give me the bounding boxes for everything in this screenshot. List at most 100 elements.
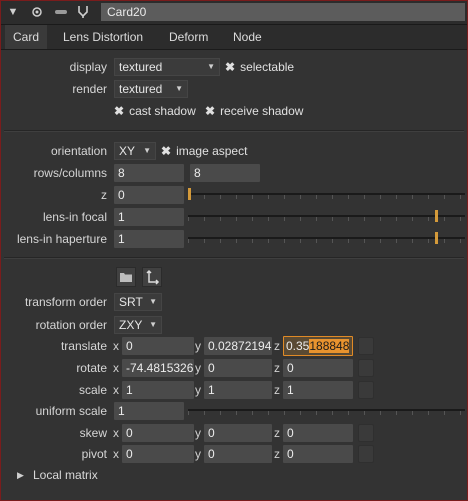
z-axis-label: z bbox=[274, 361, 280, 375]
render-dropdown[interactable]: textured ▼ bbox=[114, 80, 188, 98]
panel-titlebar: ▼ Card20 bbox=[1, 1, 467, 25]
display-value: textured bbox=[119, 60, 163, 74]
scale-animation-button[interactable] bbox=[358, 381, 374, 399]
lens-in-focal-field[interactable]: 1 bbox=[114, 208, 184, 226]
folder-icon bbox=[120, 273, 132, 282]
z-slider[interactable] bbox=[188, 186, 465, 204]
selectable-label: selectable bbox=[240, 60, 295, 74]
tab-card[interactable]: Card bbox=[5, 25, 47, 49]
rows-columns-label: rows/columns bbox=[33, 166, 107, 180]
rotate-z-field[interactable]: 0 bbox=[283, 359, 353, 377]
orientation-value: XY bbox=[119, 144, 136, 158]
chevron-down-icon: ▼ bbox=[149, 297, 157, 306]
z-axis-label: z bbox=[274, 383, 280, 397]
skew-animation-button[interactable] bbox=[358, 424, 374, 442]
slider-handle[interactable] bbox=[435, 232, 438, 244]
rotate-x-field[interactable]: -74.4815326 bbox=[122, 359, 194, 377]
section-divider bbox=[4, 130, 464, 132]
y-axis-label: y bbox=[195, 447, 201, 461]
tab-deform[interactable]: Deform bbox=[169, 25, 208, 49]
translate-z-value: 0.35 bbox=[286, 339, 310, 353]
scale-x-field[interactable]: 1 bbox=[122, 381, 194, 399]
pivot-x-field[interactable]: 0 bbox=[122, 445, 194, 463]
z-field[interactable]: 0 bbox=[114, 186, 184, 204]
section-divider bbox=[4, 257, 464, 259]
skew-x-field[interactable]: 0 bbox=[122, 424, 194, 442]
rotate-y-field[interactable]: 0 bbox=[204, 359, 272, 377]
receive-shadow-checkbox[interactable]: ✖ receive shadow bbox=[205, 102, 303, 120]
visibility-dot-icon[interactable] bbox=[29, 4, 45, 20]
skew-label: skew bbox=[79, 426, 107, 440]
lens-in-haperture-field[interactable]: 1 bbox=[114, 230, 184, 248]
pivot-z-field[interactable]: 0 bbox=[283, 445, 353, 463]
properties-icon[interactable] bbox=[75, 4, 91, 20]
render-label: render bbox=[72, 82, 107, 96]
rotate-animation-button[interactable] bbox=[358, 359, 374, 377]
lens-in-focal-slider[interactable] bbox=[188, 208, 465, 226]
lens-in-haperture-slider[interactable] bbox=[188, 230, 465, 248]
y-axis-label: y bbox=[195, 339, 201, 353]
scale-y-field[interactable]: 1 bbox=[204, 381, 272, 399]
x-axis-label: x bbox=[113, 383, 119, 397]
z-axis-label: z bbox=[274, 447, 280, 461]
y-axis-label: y bbox=[195, 383, 201, 397]
pivot-y-field[interactable]: 0 bbox=[204, 445, 272, 463]
image-aspect-checkbox[interactable]: ✖ image aspect bbox=[161, 142, 247, 160]
transform-order-dropdown[interactable]: SRT ▼ bbox=[114, 293, 162, 311]
rotation-order-dropdown[interactable]: ZXY ▼ bbox=[114, 316, 162, 334]
translate-z-field[interactable]: 0.35188848 bbox=[283, 336, 353, 356]
z-axis-label: z bbox=[274, 426, 280, 440]
chevron-down-icon: ▼ bbox=[143, 146, 151, 155]
x-axis-label: x bbox=[113, 447, 119, 461]
slider-handle[interactable] bbox=[435, 210, 438, 222]
translate-x-field[interactable]: 0 bbox=[122, 337, 194, 355]
x-axis-label: x bbox=[113, 339, 119, 353]
image-aspect-label: image aspect bbox=[176, 144, 248, 158]
skew-z-field[interactable]: 0 bbox=[283, 424, 353, 442]
cast-shadow-label: cast shadow bbox=[129, 104, 196, 118]
slider-ticks bbox=[188, 195, 465, 199]
collapse-triangle-icon[interactable]: ▼ bbox=[5, 4, 21, 20]
uniform-scale-label: uniform scale bbox=[35, 404, 107, 418]
pivot-animation-button[interactable] bbox=[358, 445, 374, 463]
folder-button[interactable] bbox=[116, 267, 136, 287]
x-axis-label: x bbox=[113, 426, 119, 440]
translate-z-selection: 188848 bbox=[309, 339, 350, 353]
skew-y-field[interactable]: 0 bbox=[204, 424, 272, 442]
translate-label: translate bbox=[60, 339, 107, 353]
render-value: textured bbox=[119, 82, 163, 96]
orientation-dropdown[interactable]: XY ▼ bbox=[114, 142, 156, 160]
node-name-field[interactable]: Card20 bbox=[101, 3, 465, 21]
uniform-scale-slider[interactable] bbox=[188, 402, 465, 420]
rows-field[interactable]: 8 bbox=[114, 164, 184, 182]
display-label: display bbox=[69, 60, 107, 74]
expand-triangle-icon[interactable]: ▶ bbox=[17, 466, 24, 484]
columns-field[interactable]: 8 bbox=[190, 164, 260, 182]
transform-order-label: transform order bbox=[24, 295, 107, 309]
scale-label: scale bbox=[78, 383, 107, 397]
move-axis-button[interactable] bbox=[142, 267, 162, 287]
checkmark-icon: ✖ bbox=[205, 104, 216, 118]
properties-panel: ▼ Card20 Card Lens Distortion Deform Nod… bbox=[0, 0, 468, 501]
chevron-down-icon: ▼ bbox=[207, 62, 215, 71]
tab-lens-distortion[interactable]: Lens Distortion bbox=[63, 25, 143, 49]
orientation-label: orientation bbox=[50, 144, 107, 158]
selectable-checkbox[interactable]: ✖ selectable bbox=[225, 58, 294, 76]
tab-node[interactable]: Node bbox=[233, 25, 262, 49]
translate-y-field[interactable]: 0.02872194 bbox=[204, 337, 272, 355]
x-axis-label: x bbox=[113, 361, 119, 375]
uniform-scale-field[interactable]: 1 bbox=[114, 402, 184, 420]
y-axis-label: y bbox=[195, 426, 201, 440]
lens-in-focal-label: lens-in focal bbox=[42, 210, 107, 224]
slider-handle[interactable] bbox=[188, 188, 191, 200]
display-dropdown[interactable]: textured ▼ bbox=[114, 58, 220, 76]
z-axis-label: z bbox=[274, 339, 280, 353]
z-label: z bbox=[101, 188, 107, 202]
tab-bar: Card Lens Distortion Deform Node bbox=[1, 25, 467, 50]
slider-ticks bbox=[188, 217, 465, 221]
translate-animation-button[interactable] bbox=[358, 337, 374, 355]
cast-shadow-checkbox[interactable]: ✖ cast shadow bbox=[114, 102, 196, 120]
link-icon[interactable] bbox=[53, 4, 69, 20]
scale-z-field[interactable]: 1 bbox=[283, 381, 353, 399]
local-matrix-toggle[interactable]: Local matrix bbox=[33, 466, 98, 484]
